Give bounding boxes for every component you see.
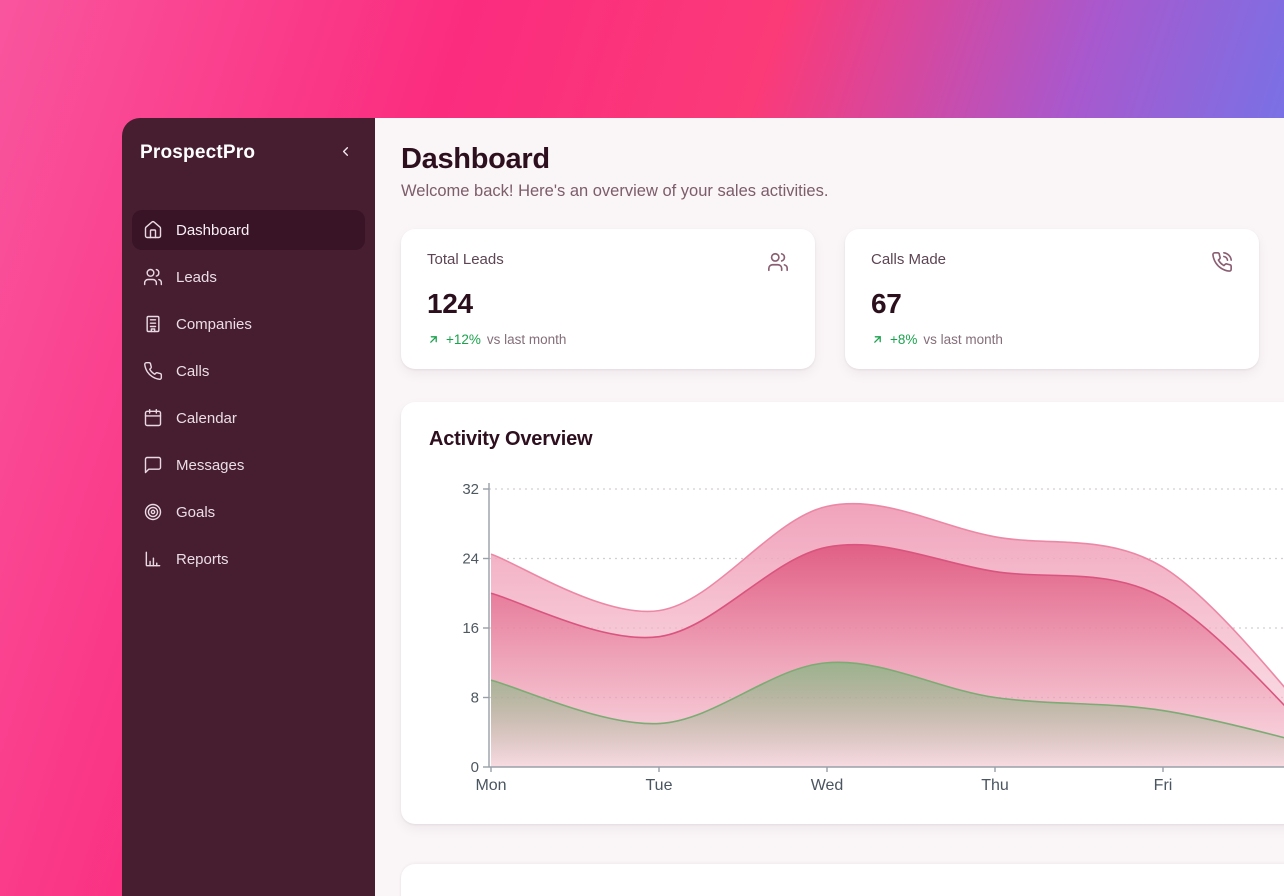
sidebar-item-messages[interactable]: Messages <box>132 445 365 485</box>
app-window: ProspectPro Dashboard Leads Companies Calls… <box>122 118 1284 896</box>
svg-text:Mon: Mon <box>475 777 506 794</box>
stat-card-header: Calls Made <box>871 251 1233 278</box>
sidebar-item-reports[interactable]: Reports <box>132 539 365 579</box>
stat-cards-row: Total Leads124+12%vs last monthCalls Mad… <box>401 229 1284 369</box>
sidebar-item-label: Messages <box>176 457 244 474</box>
stat-trend: +8% vs last month <box>871 332 1233 347</box>
bar-chart-icon <box>143 549 163 569</box>
next-section-card <box>401 864 1284 896</box>
users-icon <box>143 267 163 287</box>
svg-text:0: 0 <box>471 759 479 776</box>
trend-note: vs last month <box>923 332 1003 347</box>
stat-value: 67 <box>871 288 1233 320</box>
svg-text:Wed: Wed <box>811 777 844 794</box>
sidebar-collapse-button[interactable] <box>333 141 357 165</box>
sidebar-item-goals[interactable]: Goals <box>132 492 365 532</box>
chart-title: Activity Overview <box>429 428 1284 451</box>
stat-value: 124 <box>427 288 789 320</box>
sidebar: ProspectPro Dashboard Leads Companies Calls… <box>122 118 375 896</box>
sidebar-item-companies[interactable]: Companies <box>132 304 365 344</box>
sidebar-item-label: Goals <box>176 504 215 521</box>
activity-area-chart: 0 8 16 24 32 Mon Tue Wed Thu Fri <box>429 465 1284 795</box>
sidebar-item-calls[interactable]: Calls <box>132 351 365 391</box>
calendar-icon <box>143 408 163 428</box>
trend-up-icon <box>871 333 884 346</box>
app-logo: ProspectPro <box>140 142 255 164</box>
phone-call-icon <box>1211 251 1233 278</box>
svg-text:24: 24 <box>462 550 479 567</box>
sidebar-item-label: Reports <box>176 551 229 568</box>
main-content: Dashboard Welcome back! Here's an overvi… <box>375 118 1284 896</box>
svg-text:32: 32 <box>462 481 479 498</box>
sidebar-item-leads[interactable]: Leads <box>132 257 365 297</box>
page-title: Dashboard <box>401 144 1284 176</box>
svg-text:8: 8 <box>471 689 479 706</box>
stat-trend: +12% vs last month <box>427 332 789 347</box>
sidebar-header: ProspectPro <box>132 134 365 166</box>
stat-label: Calls Made <box>871 251 946 268</box>
sidebar-item-label: Companies <box>176 316 252 333</box>
chevron-left-icon <box>338 144 353 162</box>
activity-overview-card: Activity Overview 0 8 16 24 32 Mon Tue Wed Thu Fr… <box>401 402 1284 824</box>
svg-text:Fri: Fri <box>1154 777 1173 794</box>
trend-value: +8% <box>890 332 917 347</box>
sidebar-item-dashboard[interactable]: Dashboard <box>132 210 365 250</box>
stat-label: Total Leads <box>427 251 504 268</box>
sidebar-item-label: Calendar <box>176 410 237 427</box>
svg-text:16: 16 <box>462 620 479 637</box>
trend-up-icon <box>427 333 440 346</box>
svg-text:Tue: Tue <box>646 777 673 794</box>
sidebar-item-calendar[interactable]: Calendar <box>132 398 365 438</box>
stat-card-calls-made: Calls Made 67 +8% vs last month <box>845 229 1259 369</box>
home-icon <box>143 220 163 240</box>
sidebar-item-label: Calls <box>176 363 209 380</box>
trend-note: vs last month <box>487 332 567 347</box>
sidebar-item-label: Leads <box>176 269 217 286</box>
phone-icon <box>143 361 163 381</box>
stat-card-total-leads: Total Leads 124 +12% vs last month <box>401 229 815 369</box>
stat-card-header: Total Leads <box>427 251 789 278</box>
svg-text:Thu: Thu <box>981 777 1009 794</box>
sidebar-nav: Dashboard Leads Companies Calls Calendar Mess… <box>132 210 365 579</box>
message-square-icon <box>143 455 163 475</box>
page-subtitle: Welcome back! Here's an overview of your… <box>401 182 1284 201</box>
sidebar-item-label: Dashboard <box>176 222 249 239</box>
building-icon <box>143 314 163 334</box>
target-icon <box>143 502 163 522</box>
users-icon <box>767 251 789 278</box>
trend-value: +12% <box>446 332 481 347</box>
